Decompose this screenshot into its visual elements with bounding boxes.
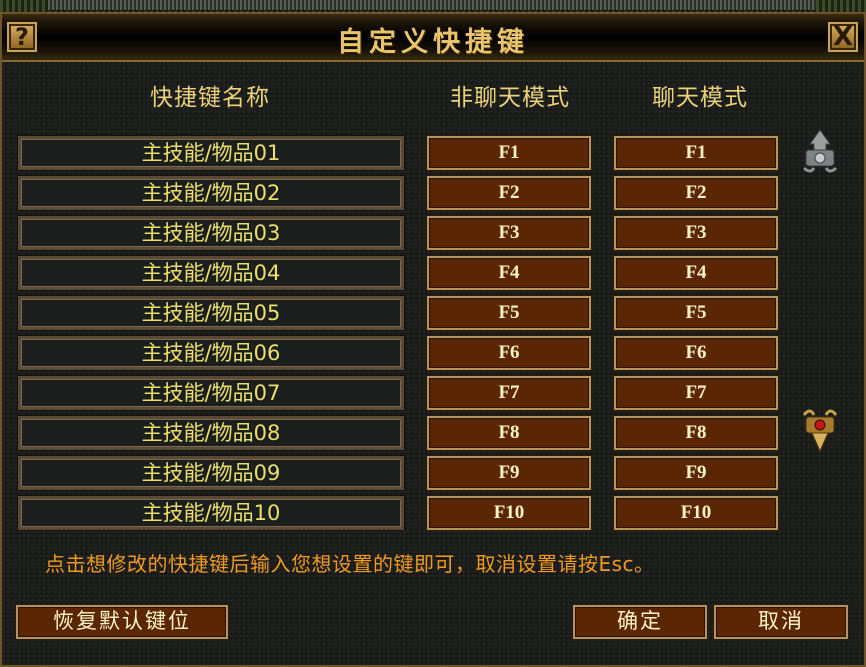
nonchat-key-button[interactable]: F3 (426, 215, 592, 251)
chat-key-button[interactable]: F2 (613, 175, 779, 211)
cancel-button[interactable]: 取消 (713, 604, 849, 640)
nonchat-key-button[interactable]: F10 (426, 495, 592, 531)
nonchat-key-button[interactable]: F4 (426, 255, 592, 291)
shortcut-name-row: 主技能/物品02 (17, 175, 405, 211)
close-button[interactable]: X (828, 22, 858, 52)
shortcut-name-row: 主技能/物品08 (17, 415, 405, 451)
shortcut-name-row: 主技能/物品03 (17, 215, 405, 251)
chat-key-button[interactable]: F4 (613, 255, 779, 291)
chat-key-button[interactable]: F7 (613, 375, 779, 411)
shortcut-name-row: 主技能/物品09 (17, 455, 405, 491)
hint-text: 点击想修改的快捷键后输入您想设置的键即可，取消设置请按Esc。 (45, 552, 655, 576)
restore-defaults-button[interactable]: 恢复默认键位 (15, 604, 229, 640)
shortcut-name-row: 主技能/物品07 (17, 375, 405, 411)
scroll-down-arrow-icon[interactable] (800, 405, 840, 455)
nonchat-key-button[interactable]: F8 (426, 415, 592, 451)
shortcut-name-row: 主技能/物品04 (17, 255, 405, 291)
column-header-name: 快捷键名称 (150, 85, 270, 111)
nonchat-key-button[interactable]: F6 (426, 335, 592, 371)
nonchat-key-button[interactable]: F9 (426, 455, 592, 491)
shortcut-name-row: 主技能/物品10 (17, 495, 405, 531)
chat-key-button[interactable]: F1 (613, 135, 779, 171)
chat-key-button[interactable]: F5 (613, 295, 779, 331)
column-header-nonchat: 非聊天模式 (450, 85, 570, 111)
nonchat-key-button[interactable]: F5 (426, 295, 592, 331)
shortcut-name-row: 主技能/物品05 (17, 295, 405, 331)
nonchat-key-button[interactable]: F1 (426, 135, 592, 171)
ok-button[interactable]: 确定 (572, 604, 708, 640)
dialog-title: 自定义快捷键 (337, 27, 529, 58)
background-strip (0, 0, 866, 12)
chat-key-button[interactable]: F6 (613, 335, 779, 371)
nonchat-key-button[interactable]: F2 (426, 175, 592, 211)
scroll-up-arrow-icon[interactable] (800, 128, 840, 178)
shortcut-name-row: 主技能/物品06 (17, 335, 405, 371)
chat-key-button[interactable]: F8 (613, 415, 779, 451)
shortcut-name-row: 主技能/物品01 (17, 135, 405, 171)
column-header-chat: 聊天模式 (652, 85, 748, 111)
chat-key-button[interactable]: F10 (613, 495, 779, 531)
chat-key-button[interactable]: F3 (613, 215, 779, 251)
nonchat-key-button[interactable]: F7 (426, 375, 592, 411)
chat-key-button[interactable]: F9 (613, 455, 779, 491)
title-bar[interactable]: ? 自定义快捷键 X (2, 14, 864, 62)
